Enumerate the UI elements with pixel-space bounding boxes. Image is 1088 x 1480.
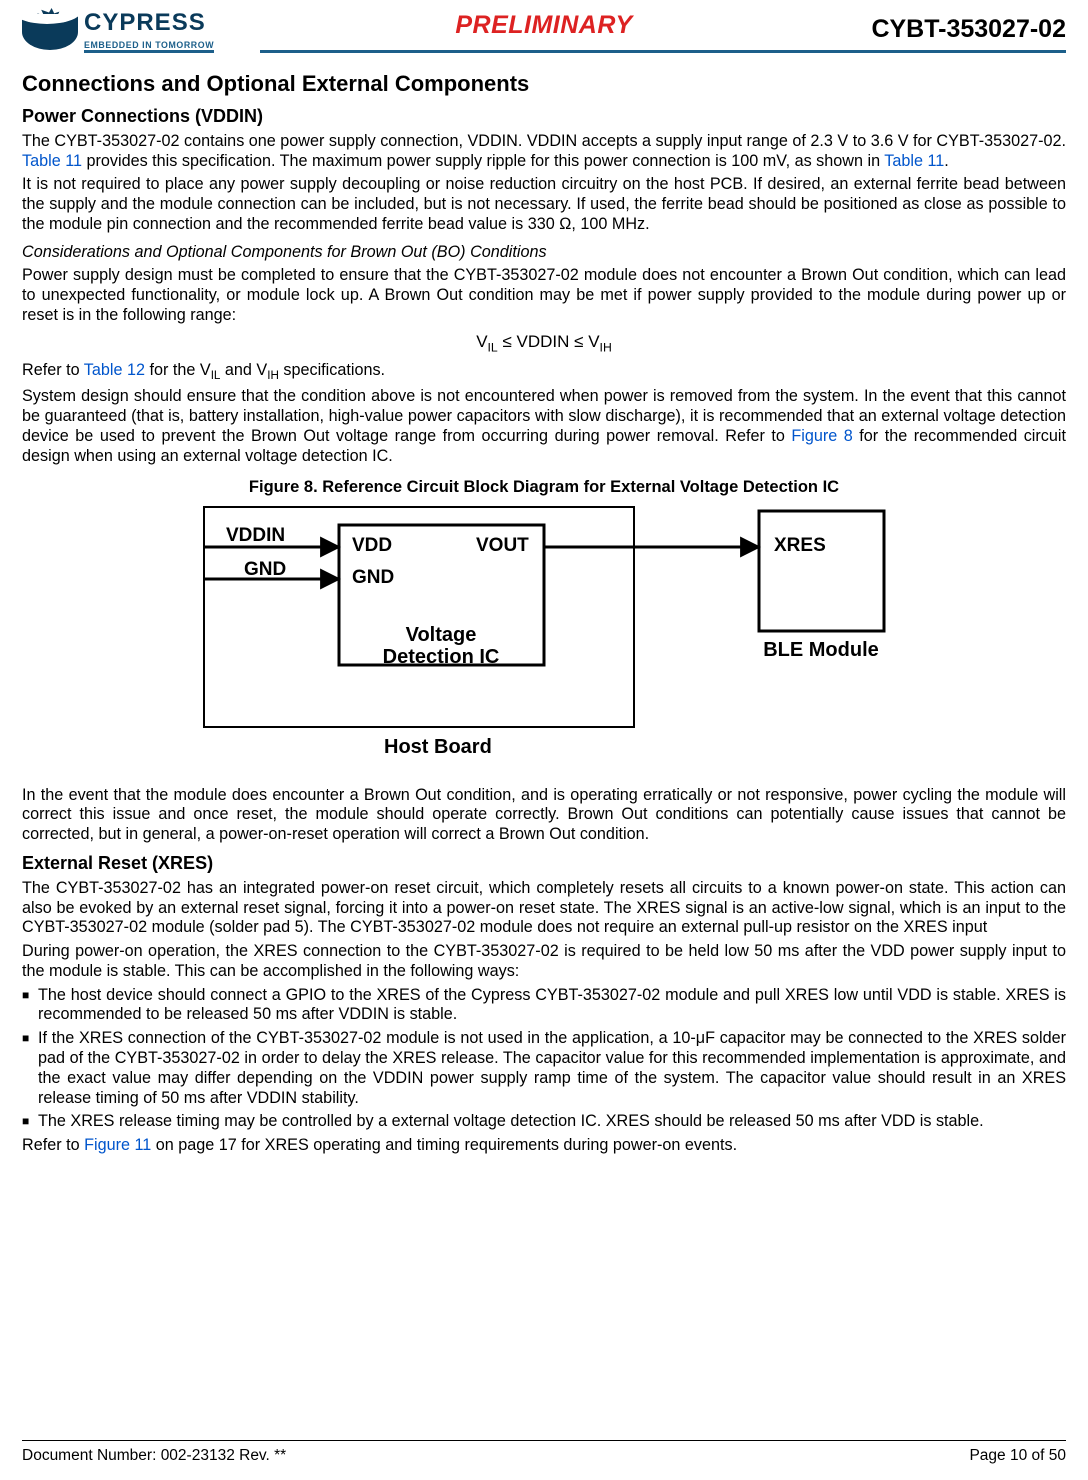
table-12-link[interactable]: Table 12 [84, 361, 145, 379]
page-header: CYPRESS EMBEDDED IN TOMORROW PRELIMINARY… [22, 8, 1066, 72]
brownout-paragraph-1: Power supply design must be completed to… [22, 266, 1066, 325]
list-item: The XRES release timing may be controlle… [22, 1112, 1066, 1132]
logo-tagline: EMBEDDED IN TOMORROW [84, 41, 214, 54]
power-paragraph-1: The CYBT-353027-02 contains one power su… [22, 132, 1066, 172]
list-item: The host device should connect a GPIO to… [22, 986, 1066, 1026]
power-heading: Power Connections (VDDIN) [22, 106, 1066, 128]
table-11-link[interactable]: Table 11 [22, 152, 82, 170]
fig-vout-label: VOUT [476, 535, 529, 556]
fig-vdd-label: VDD [352, 535, 392, 556]
list-item: If the XRES connection of the CYBT-35302… [22, 1029, 1066, 1108]
brownout-paragraph-4: In the event that the module does encoun… [22, 786, 1066, 845]
figure-8-link[interactable]: Figure 8 [791, 427, 852, 445]
figure-8-title: Figure 8. Reference Circuit Block Diagra… [22, 477, 1066, 497]
cypress-logo: CYPRESS EMBEDDED IN TOMORROW [22, 8, 214, 56]
xres-paragraph-2: During power-on operation, the XRES conn… [22, 942, 1066, 982]
brownout-heading: Considerations and Optional Components f… [22, 243, 1066, 263]
fig-detection-ic-label: Detection IC [383, 646, 500, 668]
section-title: Connections and Optional External Compon… [22, 71, 1066, 98]
xres-paragraph-3: Refer to Figure 11 on page 17 for XRES o… [22, 1136, 1066, 1156]
table-11-link-2[interactable]: Table 11 [884, 152, 944, 170]
figure-8-diagram: VDDIN GND VDD GND VOUT XRES Voltage Dete… [164, 501, 924, 776]
preliminary-label: PRELIMINARY [455, 10, 632, 41]
brownout-equation: VIL ≤ VDDIN ≤ VIH [22, 332, 1066, 355]
fig-vddin-label: VDDIN [226, 525, 285, 546]
xres-paragraph-1: The CYBT-353027-02 has an integrated pow… [22, 879, 1066, 938]
figure-11-link[interactable]: Figure 11 [84, 1136, 151, 1154]
logo-name: CYPRESS [84, 11, 214, 35]
fig-gnd-mid-label: GND [352, 567, 394, 588]
fig-gnd-left-label: GND [244, 559, 286, 580]
brownout-paragraph-2: Refer to Table 12 for the VIL and VIH sp… [22, 361, 1066, 383]
document-number: Document Number: 002-23132 Rev. ** [22, 1447, 286, 1466]
logo-mark-icon [22, 8, 78, 56]
fig-xres-label: XRES [774, 535, 826, 556]
fig-host-board-label: Host Board [384, 736, 492, 758]
fig-voltage-label: Voltage [406, 624, 477, 646]
page-number: Page 10 of 50 [969, 1447, 1066, 1466]
power-paragraph-2: It is not required to place any power su… [22, 175, 1066, 234]
part-number: CYBT-353027-02 [871, 14, 1066, 45]
page-footer: Document Number: 002-23132 Rev. ** Page … [22, 1440, 1066, 1466]
xres-bullet-list: The host device should connect a GPIO to… [22, 986, 1066, 1132]
brownout-paragraph-3: System design should ensure that the con… [22, 387, 1066, 466]
fig-ble-module-label: BLE Module [763, 639, 879, 661]
xres-heading: External Reset (XRES) [22, 853, 1066, 875]
